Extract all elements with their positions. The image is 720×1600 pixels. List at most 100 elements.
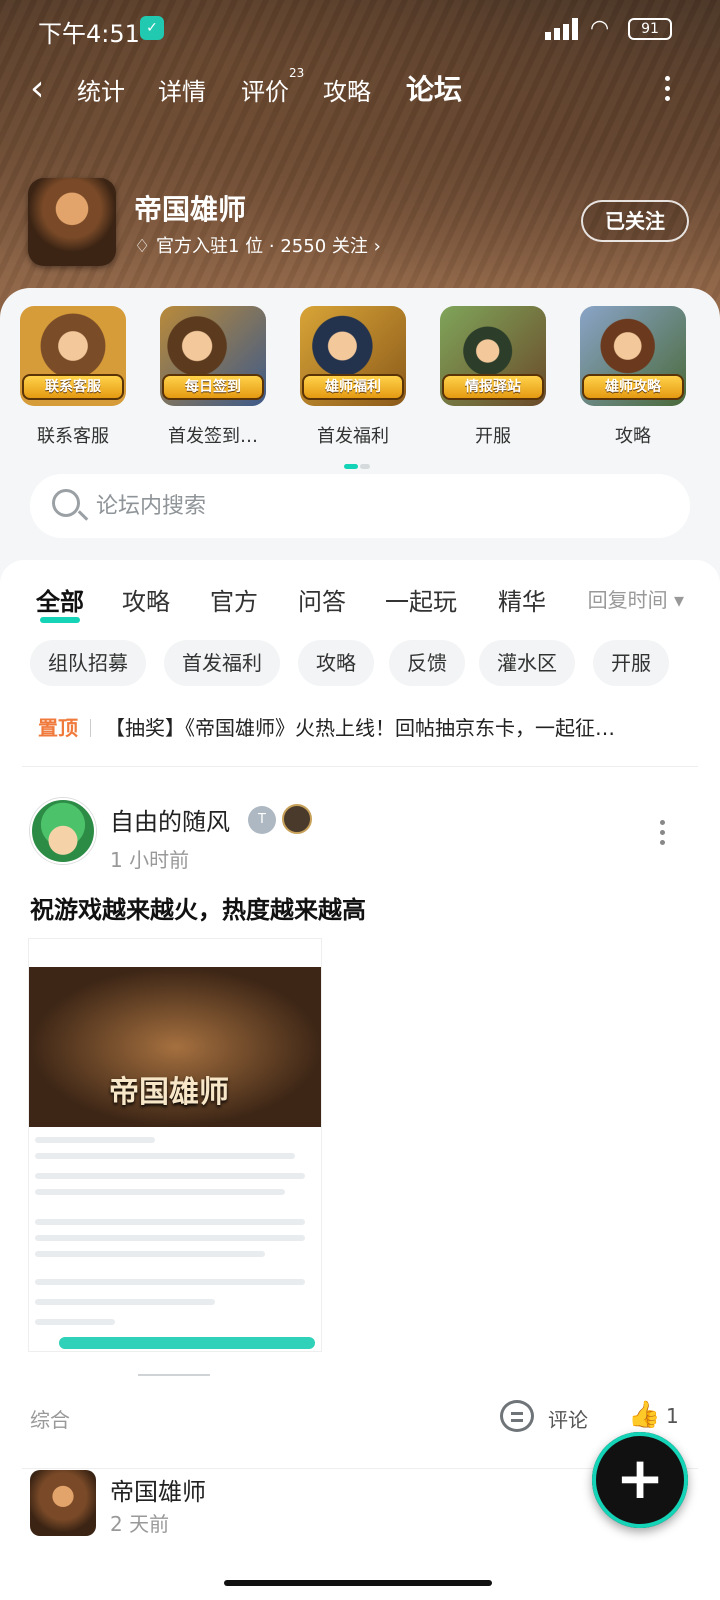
post-card[interactable]: 自由的随风 T 1 小时前 祝游戏越来越火，热度越来越高 帝国雄师 综合 评论 … [0, 770, 720, 1460]
pinned-text: 【抽奖】《帝国雄师》火热上线！回帖抽京东卡，一起征… [105, 716, 615, 740]
feed-tab-featured[interactable]: 精华 [498, 582, 546, 617]
feed-tabs: 全部 攻略 官方 问答 一起玩 精华 回复时间 ▾ [0, 582, 720, 628]
guide-icon: 雄师攻略 [580, 306, 686, 406]
feed-tab-official[interactable]: 官方 [210, 582, 258, 617]
post-time: 1 小时前 [110, 848, 190, 872]
like-count: 1 [666, 1404, 679, 1428]
post-image[interactable]: 帝国雄师 [28, 938, 322, 1352]
gift-icon: 雄师福利 [300, 306, 406, 406]
wifi-icon: ◠ [590, 16, 610, 41]
shortcut-checkin[interactable]: 每日签到 首发签到… [148, 306, 278, 448]
forum-card: 联系客服 联系客服 每日签到 首发签到… 雄师福利 首发福利 情报驿站 开服 雄… [0, 288, 720, 1600]
plus-icon: + [615, 1444, 665, 1512]
chip-team-up[interactable]: 组队招募 [30, 640, 146, 686]
chip-server[interactable]: 开服 [593, 640, 669, 686]
shortcut-ribbon: 每日签到 [162, 374, 264, 400]
more-options-icon[interactable] [662, 76, 672, 106]
pinned-post[interactable]: 置顶 【抽奖】《帝国雄师》火热上线！回帖抽京东卡，一起征… [38, 712, 688, 742]
shortcut-label: 开服 [475, 426, 511, 447]
signal-icon [545, 18, 581, 40]
screenshot-line [35, 1173, 305, 1179]
follow-button[interactable]: 已关注 [581, 200, 689, 242]
post-time: 2 天前 [110, 1512, 170, 1536]
sort-dropdown[interactable]: 回复时间 ▾ [588, 584, 684, 613]
tab-details[interactable]: 详情 [158, 72, 206, 107]
screenshot-line [35, 1299, 215, 1305]
create-post-button[interactable]: + [592, 1432, 688, 1528]
chip-guides[interactable]: 攻略 [298, 640, 374, 686]
post-more-icon[interactable] [660, 820, 666, 850]
checkin-icon: 每日签到 [160, 306, 266, 406]
screenshot-line [35, 1153, 295, 1159]
shortcut-label: 攻略 [615, 426, 651, 447]
shortcut-server[interactable]: 情报驿站 开服 [428, 306, 558, 448]
divider [22, 766, 698, 767]
tab-forum[interactable]: 论坛 [403, 68, 465, 110]
avatar[interactable] [30, 1470, 96, 1536]
diamond-icon: ♢ [134, 236, 151, 257]
feed-tab-guides[interactable]: 攻略 [122, 582, 170, 617]
shortcut-label: 联系客服 [37, 426, 109, 447]
feed-tab-qa[interactable]: 问答 [298, 582, 346, 617]
shortcut-ribbon: 雄师福利 [302, 374, 404, 400]
avatar[interactable] [30, 798, 96, 864]
level-badge-icon [282, 804, 312, 834]
outpost-icon: 情报驿站 [440, 306, 546, 406]
screenshot-button [59, 1337, 315, 1349]
screenshot-line [35, 1279, 305, 1285]
forum-page: 下午4:51 ✓ ◠ 91 ‹ 统计 详情 评价 23 攻略 论坛 帝国雄师 ♢… [0, 0, 720, 1600]
screenshot-banner: 帝国雄师 [29, 967, 321, 1127]
thumbs-up-icon[interactable]: 👍 [628, 1400, 660, 1430]
screenshot-header [29, 939, 321, 967]
support-icon: 联系客服 [20, 306, 126, 406]
feed-tab-all[interactable]: 全部 [36, 582, 84, 623]
tab-stats[interactable]: 统计 [77, 72, 125, 107]
tab-guides[interactable]: 攻略 [323, 72, 371, 107]
screenshot-line [35, 1319, 115, 1325]
tab-reviews[interactable]: 评价 [241, 72, 289, 107]
game-icon[interactable] [28, 178, 116, 266]
status-bar: 下午4:51 ✓ ◠ 91 [0, 10, 720, 50]
feed-tab-play-together[interactable]: 一起玩 [385, 582, 457, 617]
shortcut-row: 联系客服 联系客服 每日签到 首发签到… 雄师福利 首发福利 情报驿站 开服 雄… [0, 306, 720, 469]
shortcut-ribbon: 雄师攻略 [582, 374, 684, 400]
back-icon[interactable]: ‹ [30, 71, 60, 108]
shortcut-label: 首发签到… [168, 426, 258, 447]
chip-feedback[interactable]: 反馈 [389, 640, 465, 686]
shortcut-guide[interactable]: 雄师攻略 攻略 [568, 306, 698, 448]
shortcut-support[interactable]: 联系客服 联系客服 [8, 306, 138, 448]
comment-button[interactable]: 评论 [548, 1404, 588, 1433]
shortcut-ribbon: 情报驿站 [442, 374, 544, 400]
shortcut-welfare[interactable]: 雄师福利 首发福利 [288, 306, 418, 448]
comment-icon[interactable] [500, 1400, 534, 1432]
search-input[interactable] [96, 486, 656, 526]
review-count-badge: 23 [289, 66, 305, 80]
shortcut-ribbon: 联系客服 [22, 374, 124, 400]
home-indicator[interactable] [224, 1580, 492, 1586]
screenshot-banner-title: 帝国雄师 [109, 1075, 229, 1110]
post-author[interactable]: 自由的随风 [110, 802, 230, 837]
status-time: 下午4:51 [38, 20, 140, 48]
forum-search[interactable] [30, 474, 690, 538]
post-footer: 综合 评论 👍 1 [30, 1398, 680, 1438]
pinned-tag: 置顶 [38, 716, 78, 740]
post-author[interactable]: 帝国雄师 [110, 1472, 206, 1507]
image-scroll-indicator [138, 1374, 210, 1376]
screenshot-line [35, 1251, 265, 1257]
topic-chips: 组队招募 首发福利 攻略 反馈 灌水区 开服 [0, 640, 720, 688]
shield-icon: ✓ [140, 16, 164, 40]
pinned-divider [90, 719, 91, 737]
shortcut-label: 首发福利 [317, 426, 389, 447]
game-meta[interactable]: ♢ 官方入驻1 位 · 2550 关注 › [134, 232, 381, 258]
screenshot-line [35, 1219, 305, 1225]
game-meta-text: 官方入驻1 位 · 2550 关注 › [156, 236, 381, 257]
post-title[interactable]: 祝游戏越来越火，热度越来越高 [30, 890, 366, 925]
screenshot-line [35, 1137, 155, 1143]
screenshot-line [35, 1189, 285, 1195]
search-icon [52, 489, 80, 517]
page-indicator [344, 464, 374, 470]
post-category[interactable]: 综合 [30, 1404, 70, 1433]
screenshot-line [35, 1235, 305, 1241]
chip-launch-welfare[interactable]: 首发福利 [164, 640, 280, 686]
chip-chat[interactable]: 灌水区 [479, 640, 575, 686]
